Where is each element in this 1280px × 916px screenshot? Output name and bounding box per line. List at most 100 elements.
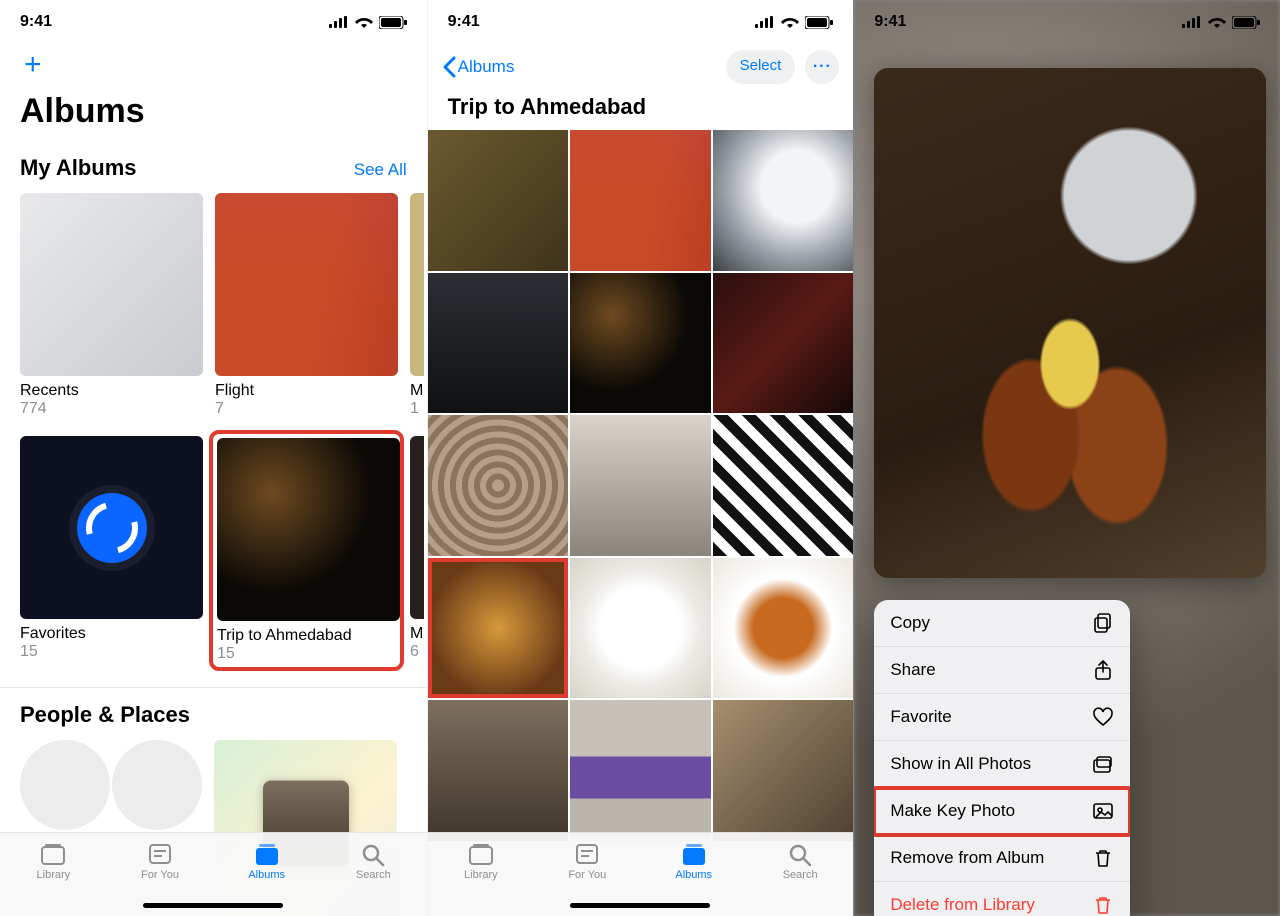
battery-icon: [805, 16, 833, 29]
album-count: 6: [410, 643, 424, 661]
album-flight[interactable]: Flight 7: [215, 193, 398, 418]
photo-thumbnail[interactable]: [428, 130, 569, 271]
tab-for-you[interactable]: For You: [534, 841, 640, 881]
menu-copy[interactable]: Copy: [874, 600, 1130, 647]
photo-thumbnail[interactable]: [713, 415, 854, 556]
album-label: Recents: [20, 382, 203, 400]
tab-search[interactable]: Search: [320, 841, 427, 881]
album-peek[interactable]: M 6: [410, 436, 424, 661]
menu-make-key-photo[interactable]: Make Key Photo: [874, 788, 1130, 835]
search-icon: [359, 841, 387, 867]
photo-grid: [428, 130, 854, 841]
photo-thumbnail[interactable]: [570, 415, 711, 556]
album-count: 774: [20, 400, 203, 418]
photo-thumbnail[interactable]: [570, 273, 711, 414]
screen-albums-list: 9:41 + Albums My Albums See All Recents …: [0, 0, 427, 916]
back-label: Albums: [458, 57, 515, 77]
battery-icon: [1232, 16, 1260, 29]
album-peek[interactable]: M 1: [410, 193, 424, 418]
share-icon: [1092, 659, 1114, 681]
photo-thumbnail[interactable]: [570, 558, 711, 699]
trash-icon: [1092, 894, 1114, 916]
more-button[interactable]: ···: [805, 50, 839, 84]
menu-label: Favorite: [890, 707, 951, 727]
wifi-icon: [355, 16, 373, 28]
select-button[interactable]: Select: [726, 50, 796, 84]
tab-label: Search: [356, 869, 391, 881]
menu-label: Remove from Album: [890, 848, 1044, 868]
photo-thumbnail[interactable]: [713, 273, 854, 414]
tab-label: Search: [783, 869, 818, 881]
menu-show-all-photos[interactable]: Show in All Photos: [874, 741, 1130, 788]
photo-thumbnail[interactable]: [428, 700, 569, 841]
status-time: 9:41: [874, 13, 906, 31]
people-places-heading: People & Places: [20, 702, 407, 728]
photo-thumbnail[interactable]: [428, 273, 569, 414]
album-label: Flight: [215, 382, 398, 400]
photo-thumbnail[interactable]: [713, 700, 854, 841]
photo-preview[interactable]: [874, 68, 1266, 578]
photo-thumbnail-selected[interactable]: [428, 558, 569, 699]
status-bar: 9:41: [854, 0, 1280, 44]
photo-thumbnail[interactable]: [428, 415, 569, 556]
album-label: M: [410, 382, 424, 400]
menu-share[interactable]: Share: [874, 647, 1130, 694]
photo-thumbnail[interactable]: [713, 130, 854, 271]
album-favorites[interactable]: Favorites 15: [20, 436, 203, 661]
photo-thumbnail[interactable]: [713, 558, 854, 699]
album-count: 1: [410, 400, 424, 418]
menu-label: Show in All Photos: [890, 754, 1031, 774]
signal-icon: [1182, 16, 1202, 28]
tab-label: Albums: [248, 869, 285, 881]
album-count: 7: [215, 400, 398, 418]
wifi-icon: [781, 16, 799, 28]
for-you-icon: [573, 841, 601, 867]
tab-albums[interactable]: Albums: [213, 841, 320, 881]
tab-search[interactable]: Search: [747, 841, 853, 881]
menu-label: Copy: [890, 613, 930, 633]
search-icon: [786, 841, 814, 867]
heart-icon: [1092, 706, 1114, 728]
library-icon: [39, 841, 67, 867]
library-icon: [467, 841, 495, 867]
ellipsis-icon: ···: [813, 58, 832, 76]
album-trip-ahmedabad[interactable]: Trip to Ahmedabad 15: [215, 436, 398, 665]
home-indicator[interactable]: [570, 903, 710, 908]
tab-library[interactable]: Library: [0, 841, 107, 881]
home-indicator[interactable]: [143, 903, 283, 908]
albums-icon: [680, 841, 708, 867]
trash-icon: [1092, 847, 1114, 869]
menu-delete-from-library[interactable]: Delete from Library: [874, 882, 1130, 916]
tab-bar: Library For You Albums Search: [428, 832, 854, 916]
signal-icon: [755, 16, 775, 28]
menu-favorite[interactable]: Favorite: [874, 694, 1130, 741]
tab-library[interactable]: Library: [428, 841, 534, 881]
tab-label: For You: [141, 869, 179, 881]
tab-albums[interactable]: Albums: [641, 841, 747, 881]
status-icons: [755, 16, 833, 29]
tab-label: Library: [37, 869, 71, 881]
albums-icon: [253, 841, 281, 867]
page-title: Albums: [20, 92, 407, 131]
album-label: Trip to Ahmedabad: [217, 627, 396, 645]
album-recents[interactable]: Recents 774: [20, 193, 203, 418]
tab-label: Library: [464, 869, 498, 881]
tab-label: Albums: [675, 869, 712, 881]
tab-for-you[interactable]: For You: [107, 841, 214, 881]
back-button[interactable]: Albums: [442, 56, 515, 78]
see-all-button[interactable]: See All: [354, 160, 407, 180]
album-title: Trip to Ahmedabad: [428, 90, 854, 130]
battery-icon: [379, 16, 407, 29]
photo-thumbnail[interactable]: [570, 130, 711, 271]
chevron-left-icon: [442, 56, 456, 78]
menu-remove-from-album[interactable]: Remove from Album: [874, 835, 1130, 882]
screen-context-menu: 9:41 Copy Share Favorite Show in All Pho…: [853, 0, 1280, 916]
add-album-button[interactable]: +: [20, 44, 407, 86]
photo-thumbnail[interactable]: [570, 700, 711, 841]
signal-icon: [329, 16, 349, 28]
copy-icon: [1092, 612, 1114, 634]
my-albums-heading: My Albums: [20, 155, 137, 181]
menu-label: Delete from Library: [890, 895, 1035, 915]
status-bar: 9:41: [428, 0, 854, 44]
stack-icon: [1092, 753, 1114, 775]
